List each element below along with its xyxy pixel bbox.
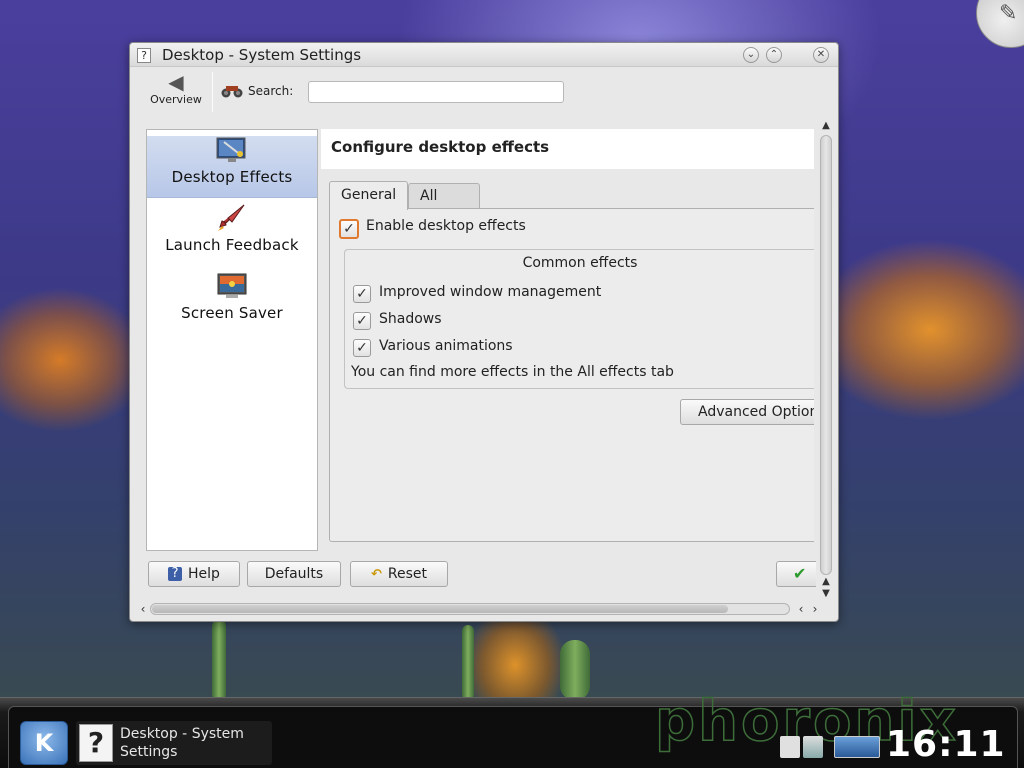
- vertical-scroll-thumb[interactable]: [820, 135, 832, 575]
- taskbar-task-system-settings[interactable]: ? Desktop - System Settings: [76, 721, 272, 765]
- improved-window-management-checkbox[interactable]: ✓: [353, 285, 371, 303]
- module-sidebar: Desktop Effects Launch Feedback Screen S…: [146, 129, 318, 551]
- defaults-button[interactable]: Defaults: [247, 561, 341, 587]
- scroll-down-icon[interactable]: ▼: [819, 587, 833, 601]
- help-icon[interactable]: ?: [137, 48, 151, 63]
- more-effects-hint: You can find more effects in the All eff…: [351, 364, 674, 380]
- defaults-button-label: Defaults: [264, 566, 324, 582]
- various-animations-checkbox[interactable]: ✓: [353, 339, 371, 357]
- checkbox-label: Various animations: [379, 338, 513, 354]
- kde-menu-icon[interactable]: K: [20, 721, 68, 765]
- rocket-icon: [218, 204, 245, 231]
- scroll-right-icon[interactable]: ›: [808, 601, 822, 617]
- task-label: Desktop - System Settings: [120, 726, 244, 760]
- monitor-icon: [217, 273, 247, 298]
- scroll-up-icon[interactable]: ▲: [819, 119, 833, 133]
- undo-icon: ↶: [370, 566, 382, 582]
- help-icon: ?: [168, 567, 183, 581]
- toolbar-separator: [212, 72, 213, 112]
- overview-label: Overview: [150, 93, 202, 106]
- apply-button[interactable]: ✔: [776, 561, 816, 587]
- wallpaper-stem: [212, 620, 226, 700]
- sidebar-item-desktop-effects[interactable]: Desktop Effects: [147, 136, 317, 198]
- device-notifier-icon[interactable]: [803, 736, 823, 758]
- clock[interactable]: 16:11: [886, 724, 1006, 765]
- window-titlebar[interactable]: ? Desktop - System Settings ⌄ ⌃ ✕: [130, 43, 838, 67]
- enable-effects-label: Enable desktop effects: [366, 218, 526, 234]
- help-icon: ?: [79, 724, 113, 762]
- tab-all-effects[interactable]: All Effects: [408, 183, 480, 228]
- reset-button[interactable]: ↶ Reset: [350, 561, 448, 587]
- group-title: Common effects: [522, 255, 638, 271]
- checkbox-label: Shadows: [379, 311, 442, 327]
- help-button-label: Help: [188, 566, 220, 582]
- minimize-button[interactable]: ⌄: [743, 47, 759, 63]
- back-arrow-icon: ◀: [168, 70, 184, 94]
- sidebar-item-label: Screen Saver: [181, 304, 283, 322]
- horizontal-scroll-thumb[interactable]: [152, 605, 728, 613]
- wallpaper-stem: [560, 640, 590, 700]
- search-label: Search:: [248, 84, 294, 98]
- maximize-button[interactable]: ⌃: [766, 47, 782, 63]
- page-title: Configure desktop effects: [331, 138, 550, 156]
- enable-effects-checkbox[interactable]: ✓: [339, 219, 359, 239]
- horizontal-scrollbar[interactable]: ‹ ‹ ›: [134, 601, 834, 617]
- wrench-icon: ✎: [999, 1, 1018, 26]
- binoculars-icon: [221, 84, 243, 102]
- checkbox-label: Improved window management: [379, 284, 602, 300]
- wallpaper-stem: [462, 625, 474, 700]
- desktop-effects-icon: [216, 137, 246, 162]
- common-effects-group: Common effects ✓ Improved window managem…: [344, 249, 815, 389]
- scroll-left-icon[interactable]: ‹: [136, 601, 150, 617]
- search-input[interactable]: [308, 81, 564, 103]
- sidebar-item-label: Desktop Effects: [171, 168, 293, 186]
- help-button[interactable]: ? Help: [148, 561, 240, 587]
- checkmark-icon: ✔: [793, 564, 807, 583]
- content-header: Configure desktop effects: [321, 129, 814, 169]
- overview-button[interactable]: ◀ Overview: [136, 71, 216, 115]
- shadows-checkbox[interactable]: ✓: [353, 312, 371, 330]
- horizontal-scroll-track[interactable]: [150, 603, 790, 615]
- advanced-options-button[interactable]: Advanced Options: [680, 399, 830, 425]
- reset-button-label: Reset: [387, 566, 427, 582]
- settings-window: ? Desktop - System Settings ⌄ ⌃ ✕ ◀ Over…: [129, 42, 839, 622]
- desktop-toolbox-button[interactable]: ✎: [976, 0, 1024, 48]
- tab-general[interactable]: General: [329, 181, 409, 210]
- clipboard-icon[interactable]: [780, 736, 800, 758]
- sidebar-item-launch-feedback[interactable]: Launch Feedback: [147, 204, 317, 266]
- scroll-left-icon[interactable]: ‹: [794, 601, 808, 617]
- toolbar: ◀ Overview Search:: [130, 68, 838, 116]
- vertical-scrollbar[interactable]: ▲ ▲ ▼: [819, 119, 833, 599]
- close-button[interactable]: ✕: [813, 47, 829, 63]
- sidebar-item-label: Launch Feedback: [165, 236, 299, 254]
- show-desktop-icon[interactable]: [834, 736, 880, 758]
- general-tab-panel: ✓ Enable desktop effects Common effects …: [329, 208, 830, 542]
- sidebar-item-screen-saver[interactable]: Screen Saver: [147, 272, 317, 334]
- window-title: Desktop - System Settings: [162, 46, 362, 64]
